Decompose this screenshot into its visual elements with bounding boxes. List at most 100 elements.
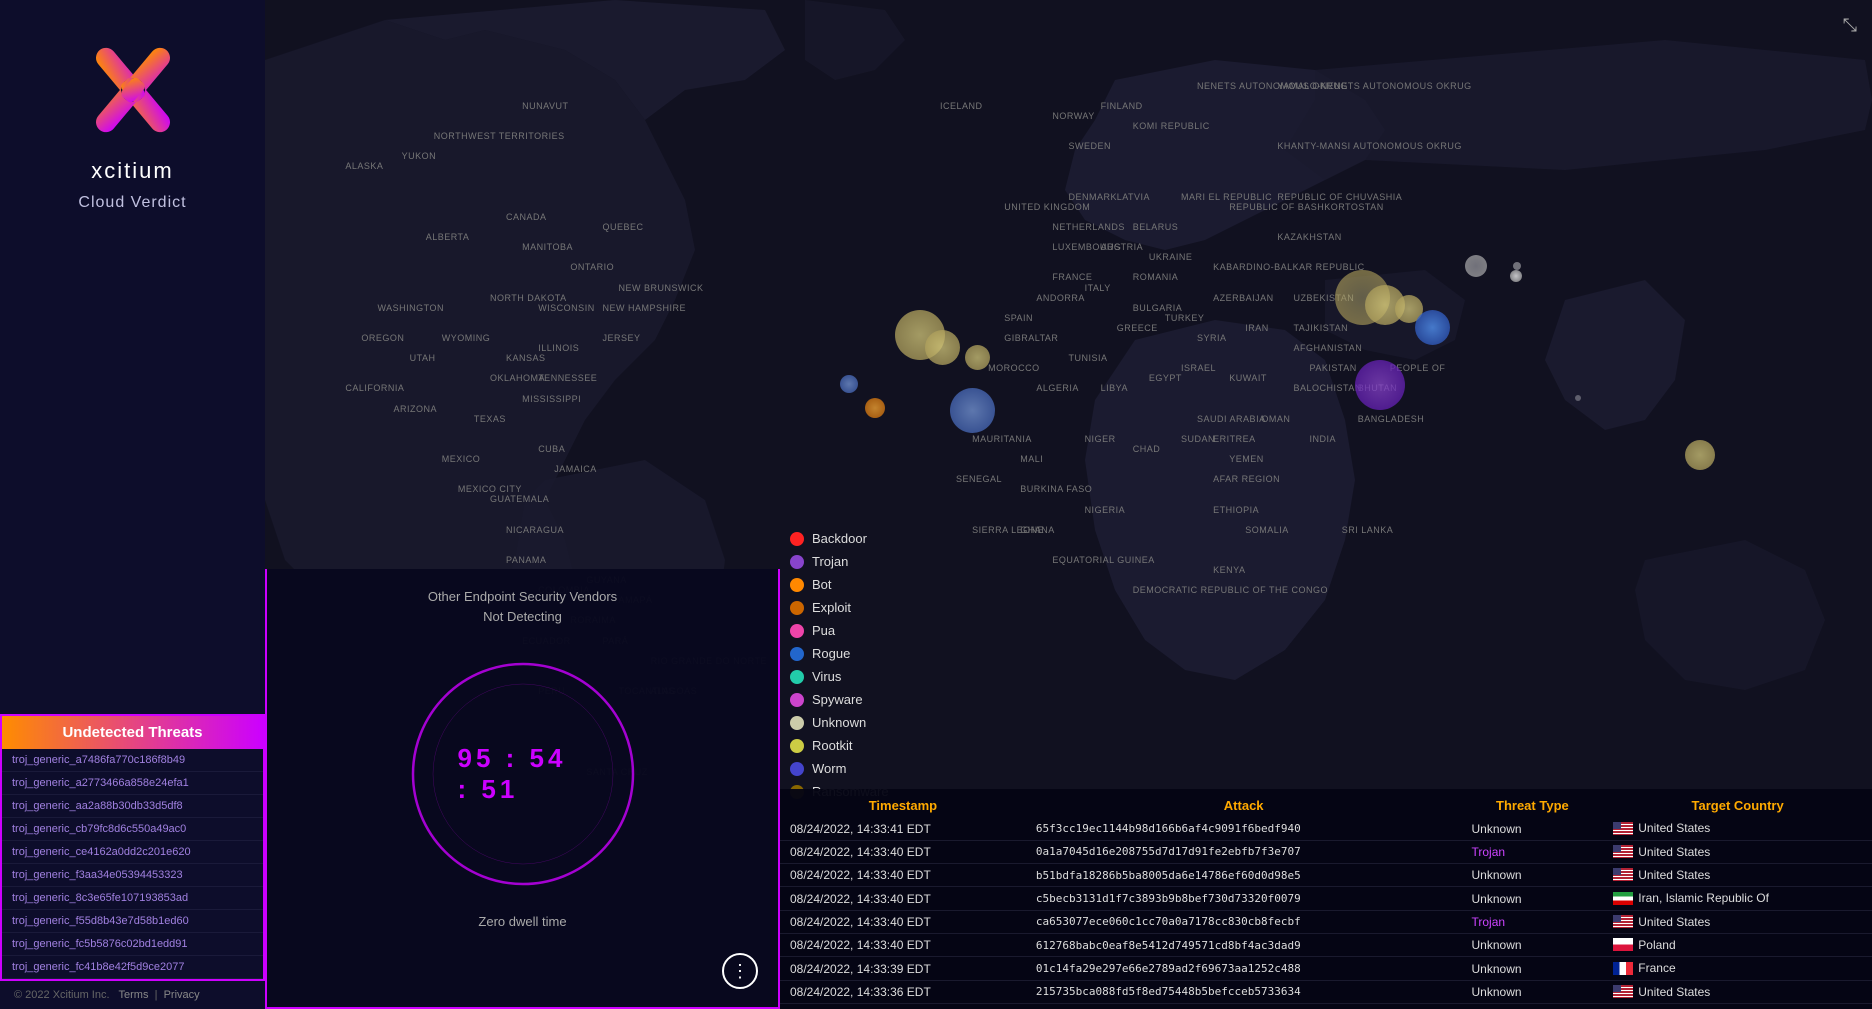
- dwell-timer: 95 : 54 : 51: [458, 743, 588, 805]
- data-table: Timestamp Attack Threat Type Target Coun…: [780, 789, 1872, 1009]
- legend-label: Pua: [812, 623, 835, 638]
- threat-bubble-us4: [840, 375, 858, 393]
- cell-timestamp: 08/24/2022, 14:33:40 EDT: [780, 934, 1026, 957]
- legend-label: Backdoor: [812, 531, 867, 546]
- legend-label: Bot: [812, 577, 832, 592]
- cell-threat-type: Trojan: [1462, 840, 1604, 863]
- threat-item: troj_generic_f55d8b43e7d58b1ed60: [2, 910, 263, 933]
- xcitium-logo: [73, 30, 193, 150]
- threat-item: troj_generic_a7486fa770c186f8b49: [2, 749, 263, 772]
- threats-list: troj_generic_a7486fa770c186f8b49troj_gen…: [2, 749, 263, 979]
- legend-color-dot: [790, 762, 804, 776]
- cell-attack: 612768babc0eaf8e5412d749571cd8bf4ac3dad9: [1026, 934, 1462, 957]
- legend-item: Pua: [790, 623, 889, 638]
- col-timestamp: Timestamp: [780, 794, 1026, 817]
- threat-item: troj_generic_a2773466a858e24efa1: [2, 772, 263, 795]
- legend-item: Rogue: [790, 646, 889, 661]
- product-name: Cloud Verdict: [78, 194, 186, 212]
- cell-country: Poland: [1603, 934, 1872, 957]
- table-row: 08/24/2022, 14:33:40 EDT0a1a7045d16e2087…: [780, 840, 1872, 863]
- legend-item: Worm: [790, 761, 889, 776]
- cell-timestamp: 08/24/2022, 14:33:41 EDT: [780, 817, 1026, 840]
- country-flag: [1613, 985, 1633, 998]
- legend-item: Unknown: [790, 715, 889, 730]
- cell-attack: 215735bca088fd5f8ed75448b5befcceb5733634: [1026, 980, 1462, 1003]
- country-flag: [1613, 868, 1633, 881]
- legend-label: Worm: [812, 761, 846, 776]
- country-flag: [1613, 822, 1633, 835]
- threat-bubble-eu5: [1465, 255, 1487, 277]
- vendor-text-line1: Other Endpoint Security Vendors: [428, 589, 617, 604]
- dwell-label: Zero dwell time: [478, 914, 566, 929]
- threat-bubble-tunisia: [1355, 360, 1405, 410]
- legend-color-dot: [790, 555, 804, 569]
- dwell-panel: Other Endpoint Security Vendors Not Dete…: [265, 569, 780, 1009]
- dot1: [1513, 262, 1521, 270]
- sidebar-footer: © 2022 Xcitium Inc. Terms | Privacy: [0, 981, 265, 1009]
- expand-icon[interactable]: ⤡: [1843, 15, 1857, 36]
- sidebar: xcitium Cloud Verdict Undetected Threats…: [0, 0, 265, 1009]
- col-attack: Attack: [1026, 794, 1462, 817]
- legend-color-dot: [790, 601, 804, 615]
- table-row: 08/24/2022, 14:33:36 EDT215735bca088fd5f…: [780, 980, 1872, 1003]
- brand-name: xcitium: [91, 158, 173, 184]
- legend-color-dot: [790, 532, 804, 546]
- threat-item: troj_generic_ce4162a0dd2c201e620: [2, 841, 263, 864]
- cell-threat-type: Unknown: [1462, 980, 1604, 1003]
- legend-label: Exploit: [812, 600, 851, 615]
- cell-threat-type: Unknown: [1462, 864, 1604, 887]
- copyright: © 2022 Xcitium Inc.: [14, 989, 110, 1001]
- cell-timestamp: 08/24/2022, 14:33:39 EDT: [780, 957, 1026, 980]
- cell-country: Iran, Islamic Republic Of: [1603, 887, 1872, 910]
- table-header-row: Timestamp Attack Threat Type Target Coun…: [780, 794, 1872, 817]
- threat-item: troj_generic_aa2a88b30db33d5df8: [2, 795, 263, 818]
- legend-color-dot: [790, 647, 804, 661]
- threat-bubble-eu6: [1510, 270, 1522, 282]
- legend-item: Backdoor: [790, 531, 889, 546]
- legend-item: Exploit: [790, 600, 889, 615]
- threat-bubble-us2: [925, 330, 960, 365]
- table-row: 08/24/2022, 14:33:40 EDT612768babc0eaf8e…: [780, 934, 1872, 957]
- country-flag: [1613, 962, 1633, 975]
- table-row: 08/24/2022, 14:33:40 EDTc5becb3131d1f7c3…: [780, 887, 1872, 910]
- legend-color-dot: [790, 670, 804, 684]
- country-flag: [1613, 915, 1633, 928]
- cell-threat-type: Unknown: [1462, 887, 1604, 910]
- legend-item: Trojan: [790, 554, 889, 569]
- legend-item: Spyware: [790, 692, 889, 707]
- threat-item: troj_generic_f3aa34e05394453323: [2, 864, 263, 887]
- legend-label: Rootkit: [812, 738, 852, 753]
- col-target-country: Target Country: [1603, 794, 1872, 817]
- cell-attack: 65f3cc19ec1144b98d166b6af4c9091f6bedf940: [1026, 817, 1462, 840]
- legend-color-dot: [790, 716, 804, 730]
- cell-country: United States: [1603, 840, 1872, 863]
- threat-item: troj_generic_8c3e65fe107193853ad: [2, 887, 263, 910]
- col-threat-type: Threat Type: [1462, 794, 1604, 817]
- cell-country: France: [1603, 957, 1872, 980]
- threats-panel: Undetected Threats troj_generic_a7486fa7…: [0, 714, 265, 981]
- legend-label: Virus: [812, 669, 841, 684]
- menu-button[interactable]: ⋮: [722, 953, 758, 989]
- threats-header: Undetected Threats: [2, 716, 263, 749]
- main-content: ALASKAYUKONNORTHWEST TERRITORIESNUNAVUTC…: [265, 0, 1872, 1009]
- cell-threat-type: Unknown: [1462, 957, 1604, 980]
- privacy-link[interactable]: Privacy: [164, 989, 200, 1001]
- cell-timestamp: 08/24/2022, 14:33:40 EDT: [780, 887, 1026, 910]
- legend-color-dot: [790, 578, 804, 592]
- threat-item: troj_generic_cb79fc8d6c550a49ac0: [2, 818, 263, 841]
- cell-country: United States: [1603, 980, 1872, 1003]
- cell-attack: b51bdfa18286b5ba8005da6e14786ef60d0d98e5: [1026, 864, 1462, 887]
- legend-item: Bot: [790, 577, 889, 592]
- threat-bubble-india: [1685, 440, 1715, 470]
- logo-area: xcitium Cloud Verdict: [0, 0, 265, 232]
- country-flag: [1613, 892, 1633, 905]
- cell-country: United States: [1603, 910, 1872, 933]
- threat-bubble-us5: [950, 388, 995, 433]
- cell-threat-type: Unknown: [1462, 934, 1604, 957]
- table-row: 08/24/2022, 14:33:39 EDT01c14fa29e297e66…: [780, 957, 1872, 980]
- legend: Backdoor Trojan Bot Exploit Pua Rogue Virus Spy…: [780, 521, 899, 809]
- legend-item: Virus: [790, 669, 889, 684]
- terms-link[interactable]: Terms: [119, 989, 149, 1001]
- threat-bubble-us3: [965, 345, 990, 370]
- legend-color-dot: [790, 624, 804, 638]
